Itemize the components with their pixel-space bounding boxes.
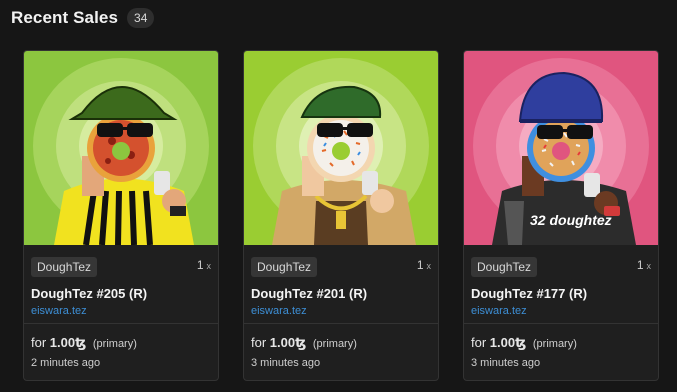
tez-currency-icon: ꜩ (515, 335, 527, 350)
section-header: Recent Sales 34 (11, 8, 155, 28)
edition-quantity: 1x (196, 258, 211, 272)
sale-card[interactable]: DoughTez 1x DoughTez #201 (R) eiswara.te… (243, 50, 439, 381)
card-divider (24, 323, 218, 324)
edition-quantity: 1x (636, 258, 651, 272)
sale-price: for 1.00ꜩ (primary) (31, 335, 137, 350)
nft-artwork-image[interactable] (24, 51, 218, 245)
token-title[interactable]: DoughTez #177 (R) (471, 286, 651, 301)
collection-tag[interactable]: DoughTez (251, 257, 318, 277)
tez-currency-icon: ꜩ (75, 335, 87, 350)
section-title: Recent Sales (11, 8, 119, 27)
nft-artwork-image[interactable]: 32 doughtez (464, 51, 658, 245)
edition-quantity: 1x (416, 258, 431, 272)
sale-timestamp: 2 minutes ago (31, 357, 101, 369)
creator-link[interactable]: eiswara.tez (251, 305, 307, 317)
sale-price: for 1.00ꜩ (primary) (471, 335, 577, 350)
sale-card[interactable]: 32 doughtez DoughTez 1x DoughTez #177 (R… (463, 50, 659, 381)
sale-price: for 1.00ꜩ (primary) (251, 335, 357, 350)
sales-count-badge: 34 (127, 8, 155, 28)
collection-tag[interactable]: DoughTez (31, 257, 98, 277)
sale-card[interactable]: DoughTez 1x DoughTez #205 (R) eiswara.te… (23, 50, 219, 381)
card-divider (464, 323, 658, 324)
collection-tag[interactable]: DoughTez (471, 257, 538, 277)
token-title[interactable]: DoughTez #205 (R) (31, 286, 211, 301)
token-title[interactable]: DoughTez #201 (R) (251, 286, 431, 301)
jersey-text: 32 doughtez (530, 212, 612, 228)
card-divider (244, 323, 438, 324)
sale-timestamp: 3 minutes ago (251, 357, 321, 369)
creator-link[interactable]: eiswara.tez (31, 305, 87, 317)
creator-link[interactable]: eiswara.tez (471, 305, 527, 317)
tez-currency-icon: ꜩ (295, 335, 307, 350)
sale-timestamp: 3 minutes ago (471, 357, 541, 369)
nft-artwork-image[interactable] (244, 51, 438, 245)
